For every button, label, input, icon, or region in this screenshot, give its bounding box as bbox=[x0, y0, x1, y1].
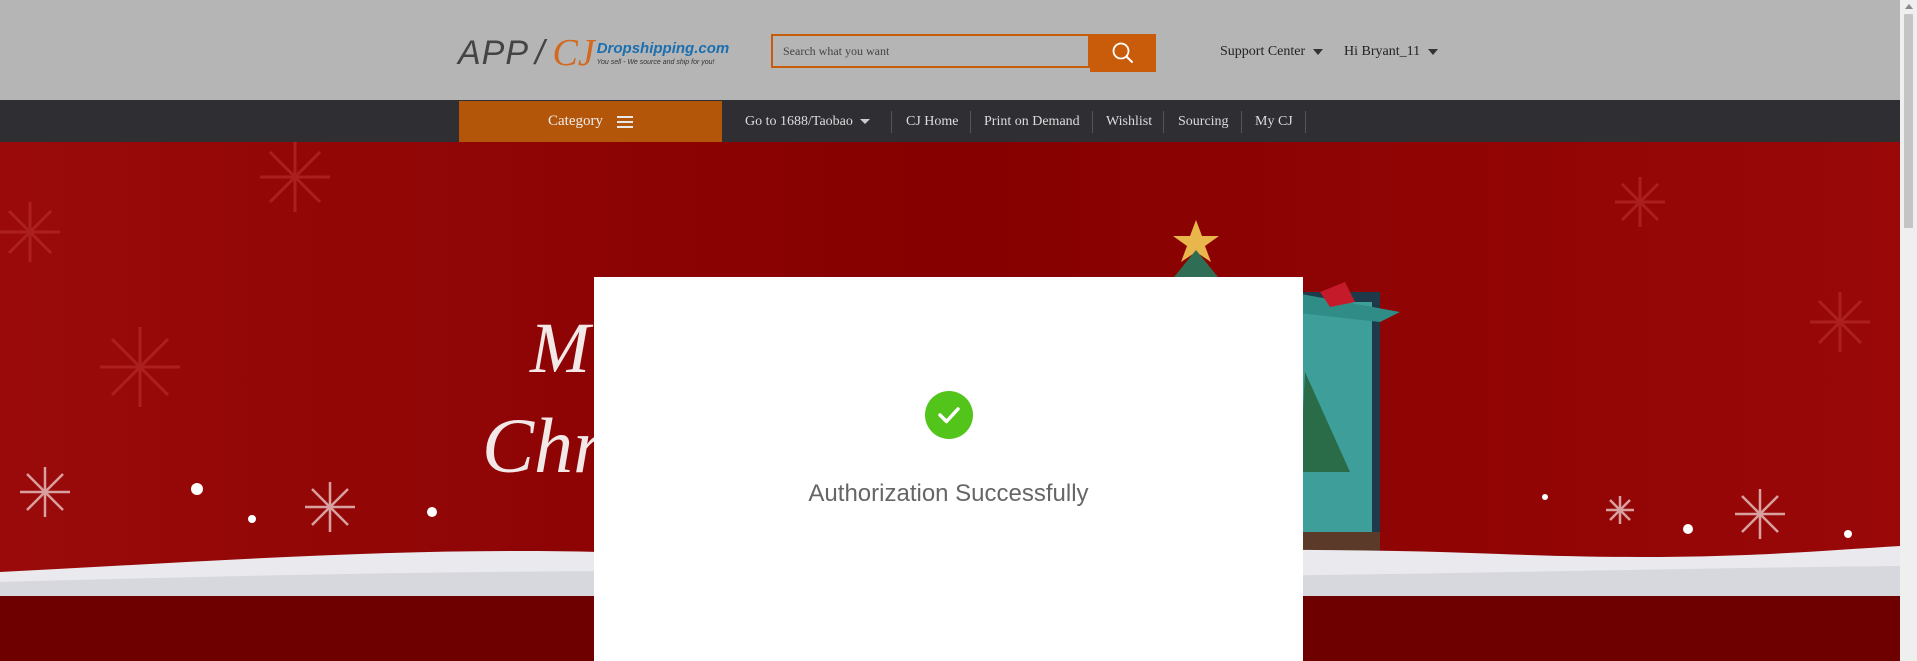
user-greeting: Hi Bryant_11 bbox=[1344, 44, 1421, 59]
nav-item-cj-home[interactable]: CJ Home bbox=[906, 101, 959, 142]
nav-item-label: My CJ bbox=[1255, 113, 1293, 129]
authorization-modal bbox=[594, 277, 1303, 661]
chevron-down-icon bbox=[859, 119, 870, 124]
nav-divider bbox=[1241, 111, 1242, 133]
search-box bbox=[771, 34, 1090, 68]
hamburger-icon bbox=[616, 115, 633, 128]
cj-logo[interactable]: APP / CJ Dropshipping.com You sell - We … bbox=[458, 30, 729, 76]
scroll-up-icon[interactable] bbox=[1905, 4, 1913, 9]
nav-item-taobao[interactable]: Go to 1688/Taobao bbox=[745, 101, 870, 142]
svg-text:M: M bbox=[529, 308, 594, 388]
checkmark-icon bbox=[938, 407, 960, 424]
logo-app-text: APP bbox=[458, 33, 530, 72]
nav-item-print-on-demand[interactable]: Print on Demand bbox=[984, 101, 1080, 142]
nav-item-sourcing[interactable]: Sourcing bbox=[1178, 101, 1229, 142]
support-center-label: Support Center bbox=[1220, 44, 1306, 59]
chevron-down-icon bbox=[1428, 49, 1439, 55]
logo-text: Dropshipping.com You sell - We source an… bbox=[597, 41, 730, 66]
check-circle-icon bbox=[925, 391, 973, 439]
category-label: Category bbox=[548, 113, 603, 129]
support-center-menu[interactable]: Support Center bbox=[1220, 44, 1324, 60]
nav-divider bbox=[1163, 111, 1164, 133]
nav-item-label: Print on Demand bbox=[984, 113, 1080, 129]
search-input[interactable] bbox=[773, 36, 1088, 66]
nav-item-label: CJ Home bbox=[906, 113, 959, 129]
user-menu[interactable]: Hi Bryant_11 bbox=[1344, 44, 1439, 60]
nav-divider bbox=[891, 111, 892, 133]
logo-cj-mark: CJ bbox=[552, 32, 595, 74]
authorization-message: Authorization Successfully bbox=[808, 480, 1089, 507]
nav-item-label: Sourcing bbox=[1178, 113, 1229, 129]
logo-slash: / bbox=[535, 33, 545, 72]
nav-divider bbox=[970, 111, 971, 133]
scrollbar-thumb[interactable] bbox=[1904, 14, 1913, 228]
nav-divider bbox=[1305, 111, 1306, 133]
nav-item-my-cj[interactable]: My CJ bbox=[1255, 101, 1293, 142]
search-button[interactable] bbox=[1090, 34, 1156, 72]
search-icon bbox=[1112, 42, 1133, 63]
logo-domain: Dropshipping.com bbox=[596, 39, 730, 57]
nav-item-wishlist[interactable]: Wishlist bbox=[1106, 101, 1152, 142]
nav-divider bbox=[1092, 111, 1093, 133]
category-button[interactable]: Category bbox=[459, 101, 722, 142]
logo-tagline: You sell - We source and ship for you! bbox=[596, 58, 715, 66]
chevron-down-icon bbox=[1313, 49, 1324, 55]
svg-text:Chr: Chr bbox=[482, 402, 604, 489]
nav-item-label: Go to 1688/Taobao bbox=[745, 113, 853, 129]
nav-item-label: Wishlist bbox=[1106, 113, 1153, 129]
